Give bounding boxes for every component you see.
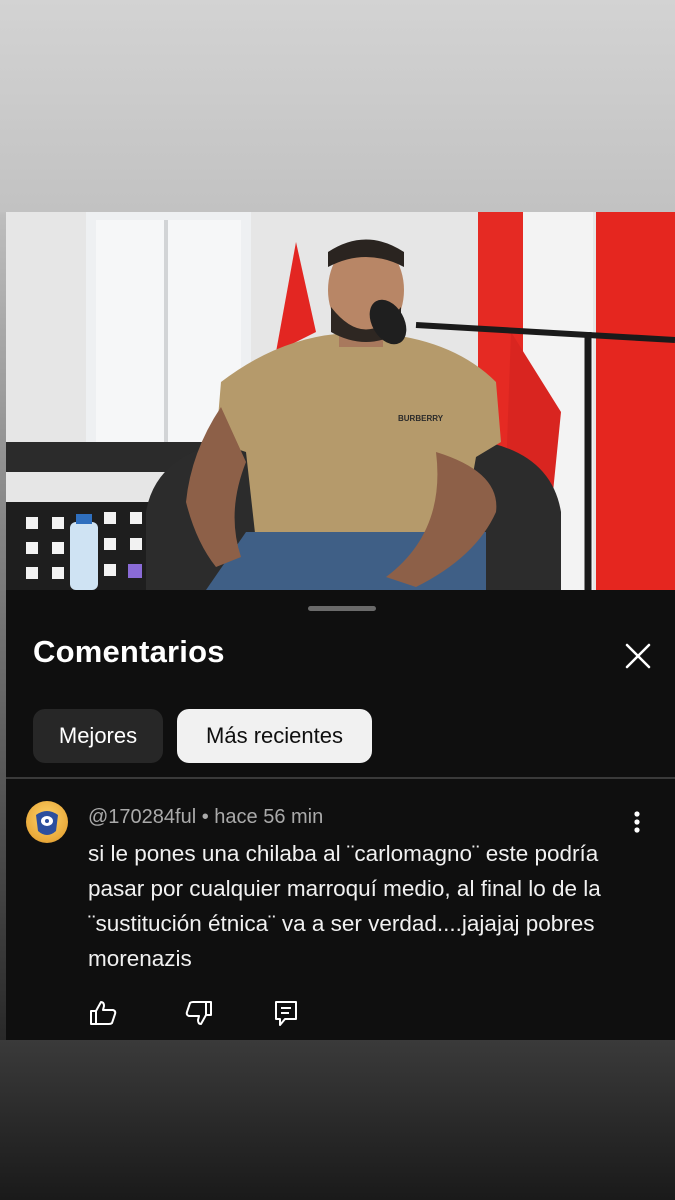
meta-separator: • [196, 806, 215, 828]
filter-chip-recent[interactable]: Más recientes [177, 709, 372, 763]
drag-handle[interactable] [308, 606, 376, 611]
video-thumbnail: BURBERRY [6, 212, 675, 590]
divider [6, 777, 675, 779]
video-frame[interactable]: BURBERRY [6, 212, 675, 590]
comment-text: si le pones una chilaba al ¨carlomagno¨ … [88, 841, 601, 971]
more-vertical-icon[interactable] [626, 808, 648, 838]
close-icon[interactable] [618, 636, 658, 676]
filter-chip-best[interactable]: Mejores [33, 709, 163, 763]
comment-author[interactable]: @170284ful [88, 806, 196, 828]
sheet-title: Comentarios [33, 634, 225, 669]
reply-icon[interactable] [271, 998, 301, 1028]
comments-sheet: Comentarios Mejores Más recientes @17028… [6, 590, 675, 1040]
shirt-brand-text: BURBERRY [398, 414, 444, 423]
bottom-background [0, 1040, 675, 1200]
top-background [0, 0, 675, 212]
thumbs-down-icon[interactable] [184, 998, 214, 1028]
comment-meta: @170284ful • hace 56 min [88, 806, 323, 829]
avatar[interactable] [26, 801, 68, 843]
comment-time: hace 56 min [214, 806, 324, 828]
thumbs-up-icon[interactable] [88, 998, 118, 1028]
